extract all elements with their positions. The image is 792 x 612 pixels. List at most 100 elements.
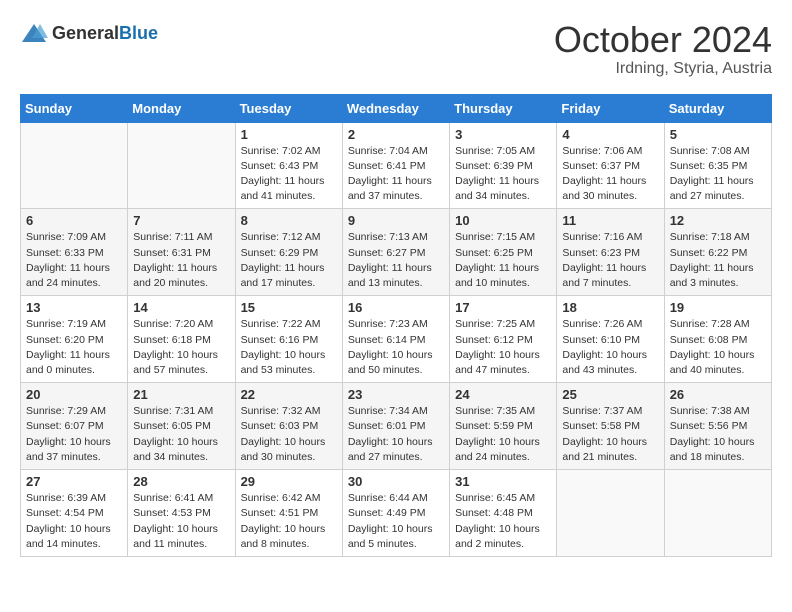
cell-info: Sunrise: 6:44 AM Sunset: 4:49 PM Dayligh… (348, 491, 444, 552)
calendar-header-monday: Monday (128, 94, 235, 122)
title-area: October 2024 Irdning, Styria, Austria (554, 20, 772, 78)
cell-info: Sunrise: 6:39 AM Sunset: 4:54 PM Dayligh… (26, 491, 122, 552)
calendar-cell: 31 Sunrise: 6:45 AM Sunset: 4:48 PM Dayli… (450, 470, 557, 557)
calendar-header-sunday: Sunday (21, 94, 128, 122)
day-number: 26 (670, 387, 766, 402)
calendar-cell: 27 Sunrise: 6:39 AM Sunset: 4:54 PM Dayli… (21, 470, 128, 557)
calendar-week-2: 6Sunrise: 7:09 AM Sunset: 6:33 PM Daylig… (21, 209, 772, 296)
calendar-cell: 6Sunrise: 7:09 AM Sunset: 6:33 PM Daylig… (21, 209, 128, 296)
calendar-cell: 10 Sunrise: 7:15 AM Sunset: 6:25 PM Dayli… (450, 209, 557, 296)
page-header: GeneralBlue October 2024 Irdning, Styria… (20, 20, 772, 78)
calendar-cell: 20Sunrise: 7:29 AM Sunset: 6:07 PM Dayli… (21, 383, 128, 470)
cell-info: Sunrise: 7:23 AM Sunset: 6:14 PM Dayligh… (348, 317, 444, 378)
calendar-week-4: 20Sunrise: 7:29 AM Sunset: 6:07 PM Dayli… (21, 383, 772, 470)
cell-info: Sunrise: 7:06 AM Sunset: 6:37 PM Dayligh… (562, 144, 658, 205)
cell-info: Sunrise: 6:42 AM Sunset: 4:51 PM Dayligh… (241, 491, 337, 552)
cell-info: Sunrise: 7:08 AM Sunset: 6:35 PM Dayligh… (670, 144, 766, 205)
calendar-cell: 24Sunrise: 7:35 AM Sunset: 5:59 PM Dayli… (450, 383, 557, 470)
cell-info: Sunrise: 7:20 AM Sunset: 6:18 PM Dayligh… (133, 317, 229, 378)
location-title: Irdning, Styria, Austria (554, 60, 772, 78)
day-number: 1 (241, 127, 337, 142)
month-title: October 2024 (554, 20, 772, 60)
calendar-cell: 15 Sunrise: 7:22 AM Sunset: 6:16 PM Dayli… (235, 296, 342, 383)
cell-info: Sunrise: 6:45 AM Sunset: 4:48 PM Dayligh… (455, 491, 551, 552)
calendar-cell: 5 Sunrise: 7:08 AM Sunset: 6:35 PM Daylig… (664, 122, 771, 209)
cell-info: Sunrise: 7:15 AM Sunset: 6:25 PM Dayligh… (455, 230, 551, 291)
day-number: 19 (670, 300, 766, 315)
day-number: 2 (348, 127, 444, 142)
day-number: 11 (562, 213, 658, 228)
cell-info: Sunrise: 7:28 AM Sunset: 6:08 PM Dayligh… (670, 317, 766, 378)
calendar-cell: 12 Sunrise: 7:18 AM Sunset: 6:22 PM Dayli… (664, 209, 771, 296)
calendar-cell: 7 Sunrise: 7:11 AM Sunset: 6:31 PM Daylig… (128, 209, 235, 296)
calendar-cell: 26 Sunrise: 7:38 AM Sunset: 5:56 PM Dayli… (664, 383, 771, 470)
calendar-cell: 13Sunrise: 7:19 AM Sunset: 6:20 PM Dayli… (21, 296, 128, 383)
calendar-header-tuesday: Tuesday (235, 94, 342, 122)
day-number: 31 (455, 474, 551, 489)
day-number: 29 (241, 474, 337, 489)
day-number: 4 (562, 127, 658, 142)
calendar-cell: 14 Sunrise: 7:20 AM Sunset: 6:18 PM Dayli… (128, 296, 235, 383)
calendar-cell: 25 Sunrise: 7:37 AM Sunset: 5:58 PM Dayli… (557, 383, 664, 470)
calendar-cell: 18 Sunrise: 7:26 AM Sunset: 6:10 PM Dayli… (557, 296, 664, 383)
cell-info: Sunrise: 7:34 AM Sunset: 6:01 PM Dayligh… (348, 404, 444, 465)
cell-info: Sunrise: 7:13 AM Sunset: 6:27 PM Dayligh… (348, 230, 444, 291)
calendar-cell: 1 Sunrise: 7:02 AM Sunset: 6:43 PM Daylig… (235, 122, 342, 209)
day-number: 25 (562, 387, 658, 402)
day-number: 14 (133, 300, 229, 315)
calendar-cell: 19 Sunrise: 7:28 AM Sunset: 6:08 PM Dayli… (664, 296, 771, 383)
calendar-header-thursday: Thursday (450, 94, 557, 122)
calendar-cell (21, 122, 128, 209)
cell-info: Sunrise: 7:05 AM Sunset: 6:39 PM Dayligh… (455, 144, 551, 205)
cell-info: Sunrise: 7:18 AM Sunset: 6:22 PM Dayligh… (670, 230, 766, 291)
cell-info: Sunrise: 7:25 AM Sunset: 6:12 PM Dayligh… (455, 317, 551, 378)
calendar-cell (557, 470, 664, 557)
day-number: 30 (348, 474, 444, 489)
day-number: 7 (133, 213, 229, 228)
calendar-cell (664, 470, 771, 557)
cell-info: Sunrise: 6:41 AM Sunset: 4:53 PM Dayligh… (133, 491, 229, 552)
calendar-cell (128, 122, 235, 209)
logo-general: General (52, 23, 119, 43)
calendar-cell: 9Sunrise: 7:13 AM Sunset: 6:27 PM Daylig… (342, 209, 449, 296)
day-number: 3 (455, 127, 551, 142)
calendar-table: SundayMondayTuesdayWednesdayThursdayFrid… (20, 94, 772, 557)
cell-info: Sunrise: 7:11 AM Sunset: 6:31 PM Dayligh… (133, 230, 229, 291)
calendar-cell: 22 Sunrise: 7:32 AM Sunset: 6:03 PM Dayli… (235, 383, 342, 470)
logo-blue: Blue (119, 23, 158, 43)
cell-info: Sunrise: 7:32 AM Sunset: 6:03 PM Dayligh… (241, 404, 337, 465)
calendar-header-wednesday: Wednesday (342, 94, 449, 122)
calendar-cell: 4 Sunrise: 7:06 AM Sunset: 6:37 PM Daylig… (557, 122, 664, 209)
day-number: 13 (26, 300, 122, 315)
cell-info: Sunrise: 7:37 AM Sunset: 5:58 PM Dayligh… (562, 404, 658, 465)
calendar-cell: 17Sunrise: 7:25 AM Sunset: 6:12 PM Dayli… (450, 296, 557, 383)
calendar-cell: 28Sunrise: 6:41 AM Sunset: 4:53 PM Dayli… (128, 470, 235, 557)
day-number: 10 (455, 213, 551, 228)
calendar-cell: 23Sunrise: 7:34 AM Sunset: 6:01 PM Dayli… (342, 383, 449, 470)
calendar-header-friday: Friday (557, 94, 664, 122)
cell-info: Sunrise: 7:04 AM Sunset: 6:41 PM Dayligh… (348, 144, 444, 205)
calendar-cell: 8Sunrise: 7:12 AM Sunset: 6:29 PM Daylig… (235, 209, 342, 296)
cell-info: Sunrise: 7:22 AM Sunset: 6:16 PM Dayligh… (241, 317, 337, 378)
cell-info: Sunrise: 7:02 AM Sunset: 6:43 PM Dayligh… (241, 144, 337, 205)
calendar-week-3: 13Sunrise: 7:19 AM Sunset: 6:20 PM Dayli… (21, 296, 772, 383)
day-number: 21 (133, 387, 229, 402)
logo-icon (20, 20, 48, 48)
day-number: 15 (241, 300, 337, 315)
day-number: 18 (562, 300, 658, 315)
cell-info: Sunrise: 7:26 AM Sunset: 6:10 PM Dayligh… (562, 317, 658, 378)
day-number: 27 (26, 474, 122, 489)
cell-info: Sunrise: 7:31 AM Sunset: 6:05 PM Dayligh… (133, 404, 229, 465)
day-number: 12 (670, 213, 766, 228)
day-number: 24 (455, 387, 551, 402)
day-number: 5 (670, 127, 766, 142)
day-number: 16 (348, 300, 444, 315)
calendar-week-1: 1 Sunrise: 7:02 AM Sunset: 6:43 PM Daylig… (21, 122, 772, 209)
day-number: 22 (241, 387, 337, 402)
calendar-cell: 2 Sunrise: 7:04 AM Sunset: 6:41 PM Daylig… (342, 122, 449, 209)
calendar-cell: 29 Sunrise: 6:42 AM Sunset: 4:51 PM Dayli… (235, 470, 342, 557)
day-number: 8 (241, 213, 337, 228)
cell-info: Sunrise: 7:09 AM Sunset: 6:33 PM Dayligh… (26, 230, 122, 291)
cell-info: Sunrise: 7:38 AM Sunset: 5:56 PM Dayligh… (670, 404, 766, 465)
calendar-week-5: 27 Sunrise: 6:39 AM Sunset: 4:54 PM Dayli… (21, 470, 772, 557)
